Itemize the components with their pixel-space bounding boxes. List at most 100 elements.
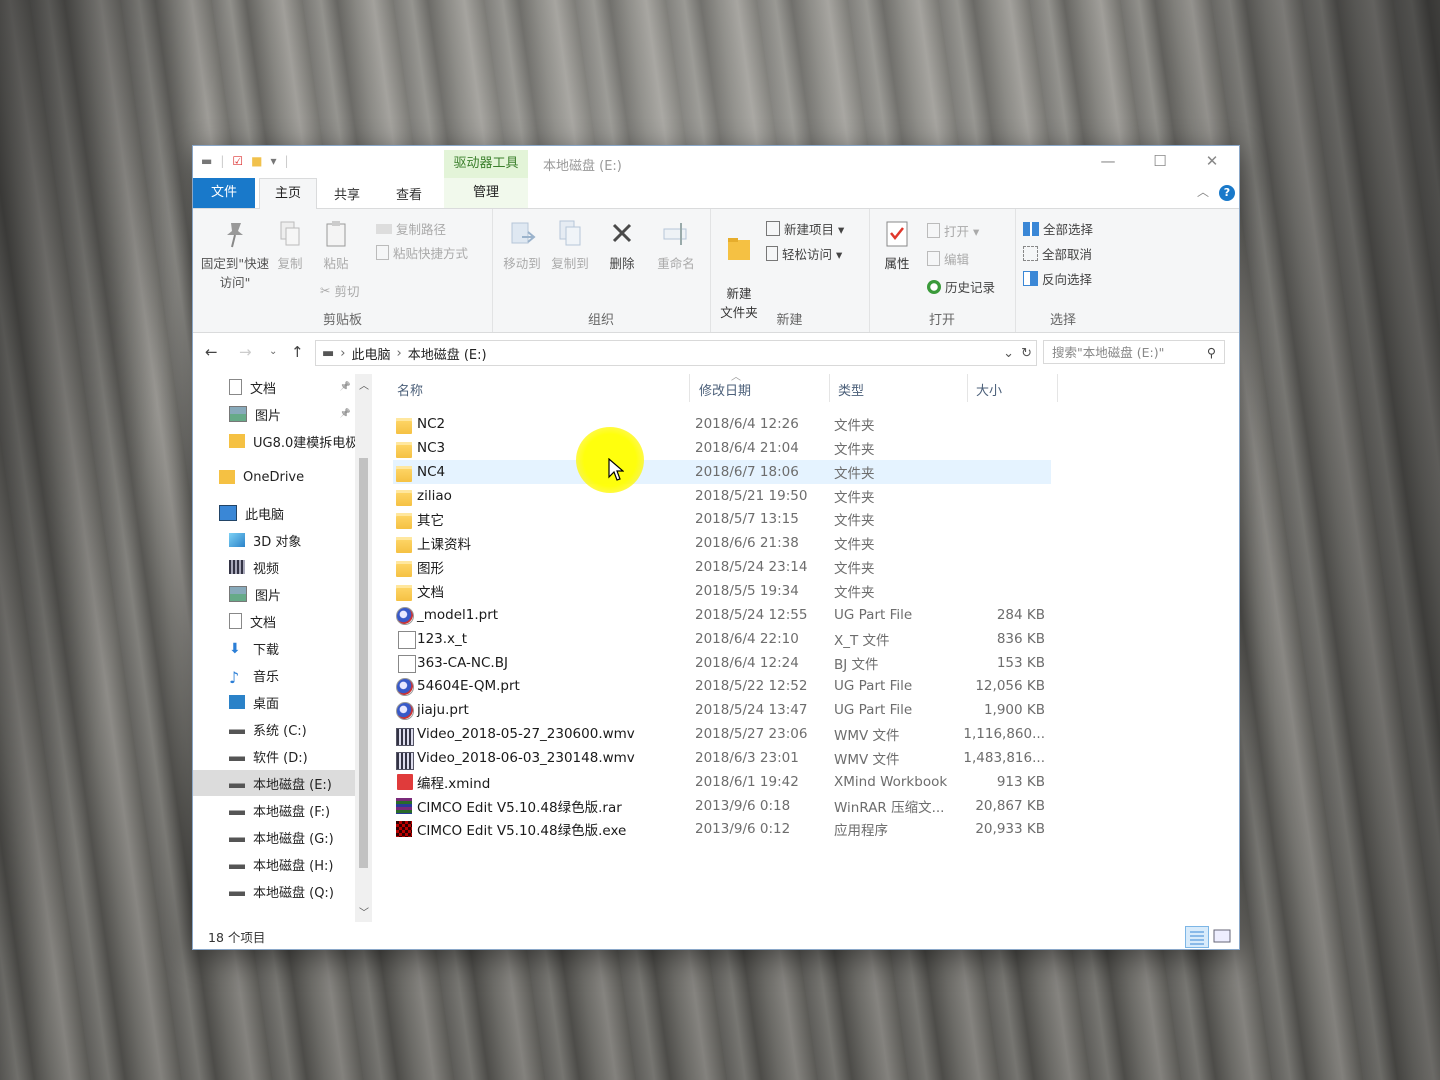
scroll-down-icon[interactable]: ﹀: [359, 904, 369, 919]
file-row[interactable]: 上课资料 2018/6/6 21:38 文件夹: [393, 531, 1051, 555]
nav-item[interactable]: 文档 📌: [193, 374, 355, 400]
history-button[interactable]: 历史记录: [927, 277, 995, 296]
close-button[interactable]: ✕: [1197, 152, 1227, 170]
breadcrumb-this-pc[interactable]: 此电脑: [352, 344, 391, 363]
window-menu-icon[interactable]: ▬: [201, 154, 212, 168]
nav-item[interactable]: 本地磁盘 (H:): [193, 851, 355, 877]
nav-item[interactable]: 此电脑: [193, 500, 355, 526]
forward-arrow-icon[interactable]: →: [239, 343, 252, 361]
nav-item[interactable]: 桌面: [193, 689, 355, 715]
tab-view[interactable]: 查看: [396, 184, 422, 203]
file-row[interactable]: CIMCO Edit V5.10.48绿色版.rar 2013/9/6 0:18 W…: [393, 794, 1051, 818]
delete-button[interactable]: 删除: [602, 219, 642, 272]
nav-item[interactable]: 图片 📌: [193, 401, 355, 427]
file-row[interactable]: jiaju.prt 2018/5/24 13:47 UG Part File 1,90…: [393, 698, 1051, 722]
nav-item[interactable]: OneDrive: [193, 464, 355, 490]
column-divider[interactable]: [689, 374, 690, 402]
file-type: WinRAR 压缩文...: [834, 799, 945, 816]
file-row[interactable]: 图形 2018/5/24 23:14 文件夹: [393, 555, 1051, 579]
tab-manage[interactable]: 管理: [444, 178, 528, 208]
nav-item[interactable]: 文档: [193, 608, 355, 634]
file-row[interactable]: 编程.xmind 2018/6/1 19:42 XMind Workbook 913 …: [393, 770, 1051, 794]
file-row[interactable]: 文档 2018/5/5 19:34 文件夹: [393, 579, 1051, 603]
file-row[interactable]: NC3 2018/6/4 21:04 文件夹: [393, 436, 1051, 460]
file-row[interactable]: 363-CA-NC.BJ 2018/6/4 12:24 BJ 文件 153 KB: [393, 651, 1051, 675]
nav-item[interactable]: 系统 (C:): [193, 716, 355, 742]
column-divider[interactable]: [829, 374, 830, 402]
column-divider[interactable]: [967, 374, 968, 402]
file-row[interactable]: 其它 2018/5/7 13:15 文件夹: [393, 507, 1051, 531]
invert-selection-button[interactable]: 反向选择: [1023, 269, 1092, 288]
nav-item[interactable]: ♪ 音乐: [193, 662, 355, 688]
file-row[interactable]: 54604E-QM.prt 2018/5/22 12:52 UG Part File…: [393, 674, 1051, 698]
file-row[interactable]: ziliao 2018/5/21 19:50 文件夹: [393, 484, 1051, 508]
nav-item[interactable]: 本地磁盘 (Q:): [193, 878, 355, 904]
copy-path-button[interactable]: 复制路径: [376, 219, 446, 238]
new-item-button[interactable]: 新建项目 ▾: [766, 219, 844, 238]
file-row[interactable]: 123.x_t 2018/6/4 22:10 X_T 文件 836 KB: [393, 627, 1051, 651]
cut-button[interactable]: ✂ 剪切: [320, 281, 360, 300]
nav-item[interactable]: 本地磁盘 (G:): [193, 824, 355, 850]
select-none-button[interactable]: 全部取消: [1023, 244, 1092, 263]
open-button[interactable]: 打开 ▾: [927, 221, 979, 240]
nav-item[interactable]: 软件 (D:): [193, 743, 355, 769]
properties-button[interactable]: 属性: [875, 219, 919, 272]
tab-home[interactable]: 主页: [259, 178, 317, 210]
tab-file[interactable]: 文件: [193, 178, 255, 208]
nav-item[interactable]: 本地磁盘 (E:): [193, 770, 355, 796]
column-header-name[interactable]: 名称: [397, 380, 423, 399]
file-row[interactable]: Video_2018-06-03_230148.wmv 2018/6/3 23:0…: [393, 746, 1051, 770]
collapse-ribbon-icon[interactable]: ︿: [1197, 183, 1209, 200]
refresh-icon[interactable]: ↻: [1021, 346, 1032, 361]
address-bar[interactable]: ▬ › 此电脑 › 本地磁盘 (E:) ⌄ ↻: [315, 340, 1037, 366]
copy-button[interactable]: 复制: [271, 219, 309, 272]
nav-item[interactable]: 3D 对象: [193, 527, 355, 553]
file-row[interactable]: NC4 2018/6/7 18:06 文件夹: [393, 459, 1051, 484]
file-row[interactable]: NC2 2018/6/4 12:26 文件夹: [393, 412, 1051, 436]
details-view-button[interactable]: [1185, 926, 1209, 948]
new-folder-icon[interactable]: ■: [251, 154, 262, 168]
column-divider[interactable]: [1057, 374, 1058, 402]
file-name: 编程.xmind: [417, 775, 491, 792]
nav-item[interactable]: ⬇ 下载: [193, 635, 355, 661]
tab-share[interactable]: 共享: [334, 184, 360, 203]
column-header-type[interactable]: 类型: [838, 380, 864, 399]
edit-button[interactable]: 编辑: [927, 249, 969, 268]
large-icons-view-button[interactable]: [1211, 926, 1233, 946]
file-row[interactable]: Video_2018-05-27_230600.wmv 2018/5/27 23:…: [393, 722, 1051, 747]
breadcrumb-current-drive[interactable]: 本地磁盘 (E:): [408, 344, 487, 363]
file-name: 文档: [417, 584, 444, 601]
paste-shortcut-button[interactable]: 粘贴快捷方式: [376, 243, 468, 262]
select-all-button[interactable]: 全部选择: [1023, 219, 1093, 238]
maximize-button[interactable]: ☐: [1145, 152, 1175, 170]
nav-item[interactable]: 本地磁盘 (F:): [193, 797, 355, 823]
back-arrow-icon[interactable]: ←: [205, 343, 218, 361]
nav-pane-scrollbar[interactable]: ︿ ﹀: [355, 374, 372, 922]
new-folder-button[interactable]: 新建 文件夹: [714, 219, 764, 321]
recent-locations-chevron-icon[interactable]: ⌄: [269, 346, 277, 357]
pin-quick-access-button[interactable]: 固定到"快速访问": [199, 219, 271, 291]
column-header-date[interactable]: 修改日期: [699, 380, 751, 399]
rename-button[interactable]: 重命名: [652, 219, 700, 272]
up-arrow-icon[interactable]: ↑: [291, 343, 304, 361]
scroll-up-icon[interactable]: ︿: [359, 377, 369, 392]
copy-to-button[interactable]: 复制到: [548, 219, 592, 272]
help-icon[interactable]: ?: [1219, 185, 1235, 201]
nav-item[interactable]: 图片: [193, 581, 355, 607]
file-name: ziliao: [417, 487, 452, 504]
column-header-size[interactable]: 大小: [976, 380, 1002, 399]
minimize-button[interactable]: —: [1093, 152, 1123, 170]
file-row[interactable]: CIMCO Edit V5.10.48绿色版.exe 2013/9/6 0:12 应…: [393, 817, 1051, 841]
search-input[interactable]: 搜索"本地磁盘 (E:)" ⚲: [1043, 340, 1225, 364]
move-to-button[interactable]: 移动到: [500, 219, 544, 272]
nav-item[interactable]: UG8.0建模拆电极: [193, 428, 355, 454]
easy-access-button[interactable]: 轻松访问 ▾: [766, 244, 842, 263]
file-row[interactable]: _model1.prt 2018/5/24 12:55 UG Part File 28…: [393, 603, 1051, 627]
paste-button[interactable]: 粘贴: [317, 219, 355, 272]
customize-qat-icon[interactable]: ▾: [271, 154, 277, 168]
properties-check-icon[interactable]: ☑: [232, 154, 243, 168]
nav-item[interactable]: 视频: [193, 554, 355, 580]
nav-scroll-thumb[interactable]: [359, 458, 368, 868]
file-date: 2018/5/22 12:52: [695, 678, 808, 695]
address-dropdown-icon[interactable]: ⌄: [1003, 346, 1014, 361]
